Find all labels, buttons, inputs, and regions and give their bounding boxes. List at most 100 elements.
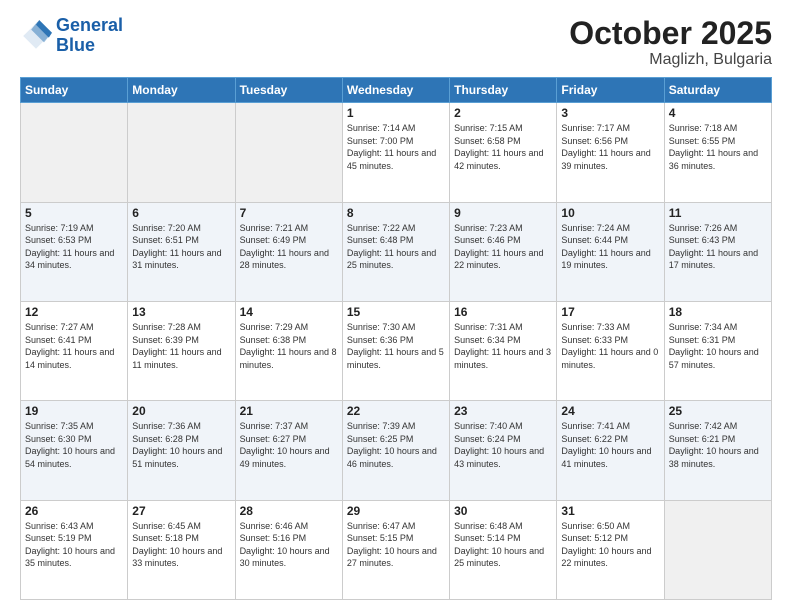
- day-info: Sunrise: 7:27 AMSunset: 6:41 PMDaylight:…: [25, 321, 123, 371]
- day-cell: [664, 500, 771, 599]
- day-cell: 9 Sunrise: 7:23 AMSunset: 6:46 PMDaylight…: [450, 202, 557, 301]
- day-number: 31: [561, 504, 659, 518]
- day-cell: 14 Sunrise: 7:29 AMSunset: 6:38 PMDayligh…: [235, 301, 342, 400]
- day-info: Sunrise: 7:26 AMSunset: 6:43 PMDaylight:…: [669, 222, 767, 272]
- weekday-header-sunday: Sunday: [21, 78, 128, 103]
- day-number: 26: [25, 504, 123, 518]
- day-info: Sunrise: 7:29 AMSunset: 6:38 PMDaylight:…: [240, 321, 338, 371]
- title-block: October 2025 Maglizh, Bulgaria: [569, 16, 772, 69]
- weekday-header-friday: Friday: [557, 78, 664, 103]
- day-info: Sunrise: 7:31 AMSunset: 6:34 PMDaylight:…: [454, 321, 552, 371]
- day-number: 6: [132, 206, 230, 220]
- day-cell: 10 Sunrise: 7:24 AMSunset: 6:44 PMDayligh…: [557, 202, 664, 301]
- day-info: Sunrise: 7:14 AMSunset: 7:00 PMDaylight:…: [347, 122, 445, 172]
- day-info: Sunrise: 7:15 AMSunset: 6:58 PMDaylight:…: [454, 122, 552, 172]
- day-number: 3: [561, 106, 659, 120]
- day-cell: 6 Sunrise: 7:20 AMSunset: 6:51 PMDaylight…: [128, 202, 235, 301]
- day-info: Sunrise: 7:28 AMSunset: 6:39 PMDaylight:…: [132, 321, 230, 371]
- day-number: 8: [347, 206, 445, 220]
- day-number: 23: [454, 404, 552, 418]
- day-info: Sunrise: 6:47 AMSunset: 5:15 PMDaylight:…: [347, 520, 445, 570]
- day-number: 16: [454, 305, 552, 319]
- day-cell: 29 Sunrise: 6:47 AMSunset: 5:15 PMDayligh…: [342, 500, 449, 599]
- day-cell: 26 Sunrise: 6:43 AMSunset: 5:19 PMDayligh…: [21, 500, 128, 599]
- week-row-1: 1 Sunrise: 7:14 AMSunset: 7:00 PMDaylight…: [21, 103, 772, 202]
- day-info: Sunrise: 6:48 AMSunset: 5:14 PMDaylight:…: [454, 520, 552, 570]
- day-number: 22: [347, 404, 445, 418]
- day-info: Sunrise: 6:43 AMSunset: 5:19 PMDaylight:…: [25, 520, 123, 570]
- day-cell: 5Sunrise: 7:19 AMSunset: 6:53 PMDaylight…: [21, 202, 128, 301]
- day-cell: 30 Sunrise: 6:48 AMSunset: 5:14 PMDayligh…: [450, 500, 557, 599]
- day-number: 1: [347, 106, 445, 120]
- weekday-header-wednesday: Wednesday: [342, 78, 449, 103]
- location: Maglizh, Bulgaria: [569, 51, 772, 69]
- day-cell: [235, 103, 342, 202]
- day-cell: 18 Sunrise: 7:34 AMSunset: 6:31 PMDayligh…: [664, 301, 771, 400]
- page: General Blue October 2025 Maglizh, Bulga…: [0, 0, 792, 612]
- week-row-5: 26 Sunrise: 6:43 AMSunset: 5:19 PMDayligh…: [21, 500, 772, 599]
- day-cell: 27 Sunrise: 6:45 AMSunset: 5:18 PMDayligh…: [128, 500, 235, 599]
- week-row-3: 12 Sunrise: 7:27 AMSunset: 6:41 PMDayligh…: [21, 301, 772, 400]
- day-cell: 17 Sunrise: 7:33 AMSunset: 6:33 PMDayligh…: [557, 301, 664, 400]
- weekday-header-row: SundayMondayTuesdayWednesdayThursdayFrid…: [21, 78, 772, 103]
- day-cell: 13Sunrise: 7:28 AMSunset: 6:39 PMDayligh…: [128, 301, 235, 400]
- day-cell: 20 Sunrise: 7:36 AMSunset: 6:28 PMDayligh…: [128, 401, 235, 500]
- day-info: Sunrise: 7:33 AMSunset: 6:33 PMDaylight:…: [561, 321, 659, 371]
- week-row-4: 19 Sunrise: 7:35 AMSunset: 6:30 PMDayligh…: [21, 401, 772, 500]
- day-number: 25: [669, 404, 767, 418]
- day-cell: 2 Sunrise: 7:15 AMSunset: 6:58 PMDaylight…: [450, 103, 557, 202]
- day-cell: 23 Sunrise: 7:40 AMSunset: 6:24 PMDayligh…: [450, 401, 557, 500]
- weekday-header-tuesday: Tuesday: [235, 78, 342, 103]
- day-number: 30: [454, 504, 552, 518]
- logo-icon: [20, 20, 52, 52]
- day-number: 17: [561, 305, 659, 319]
- day-number: 29: [347, 504, 445, 518]
- day-number: 21: [240, 404, 338, 418]
- month-title: October 2025: [569, 16, 772, 51]
- day-info: Sunrise: 7:20 AMSunset: 6:51 PMDaylight:…: [132, 222, 230, 272]
- day-info: Sunrise: 6:46 AMSunset: 5:16 PMDaylight:…: [240, 520, 338, 570]
- day-info: Sunrise: 7:35 AMSunset: 6:30 PMDaylight:…: [25, 420, 123, 470]
- day-cell: 7 Sunrise: 7:21 AMSunset: 6:49 PMDaylight…: [235, 202, 342, 301]
- day-info: Sunrise: 7:23 AMSunset: 6:46 PMDaylight:…: [454, 222, 552, 272]
- day-number: 9: [454, 206, 552, 220]
- day-number: 12: [25, 305, 123, 319]
- day-info: Sunrise: 7:39 AMSunset: 6:25 PMDaylight:…: [347, 420, 445, 470]
- logo-blue: Blue: [56, 36, 123, 56]
- day-number: 14: [240, 305, 338, 319]
- week-row-2: 5Sunrise: 7:19 AMSunset: 6:53 PMDaylight…: [21, 202, 772, 301]
- day-cell: 15 Sunrise: 7:30 AMSunset: 6:36 PMDayligh…: [342, 301, 449, 400]
- day-cell: 1 Sunrise: 7:14 AMSunset: 7:00 PMDaylight…: [342, 103, 449, 202]
- day-number: 2: [454, 106, 552, 120]
- day-number: 19: [25, 404, 123, 418]
- day-info: Sunrise: 7:24 AMSunset: 6:44 PMDaylight:…: [561, 222, 659, 272]
- day-number: 28: [240, 504, 338, 518]
- day-cell: 12 Sunrise: 7:27 AMSunset: 6:41 PMDayligh…: [21, 301, 128, 400]
- day-info: Sunrise: 6:50 AMSunset: 5:12 PMDaylight:…: [561, 520, 659, 570]
- day-cell: 21Sunrise: 7:37 AMSunset: 6:27 PMDayligh…: [235, 401, 342, 500]
- day-cell: 8Sunrise: 7:22 AMSunset: 6:48 PMDaylight…: [342, 202, 449, 301]
- weekday-header-thursday: Thursday: [450, 78, 557, 103]
- day-info: Sunrise: 7:30 AMSunset: 6:36 PMDaylight:…: [347, 321, 445, 371]
- day-cell: 31 Sunrise: 6:50 AMSunset: 5:12 PMDayligh…: [557, 500, 664, 599]
- day-info: Sunrise: 7:17 AMSunset: 6:56 PMDaylight:…: [561, 122, 659, 172]
- day-number: 15: [347, 305, 445, 319]
- day-number: 7: [240, 206, 338, 220]
- day-info: Sunrise: 7:34 AMSunset: 6:31 PMDaylight:…: [669, 321, 767, 371]
- day-number: 18: [669, 305, 767, 319]
- day-info: Sunrise: 7:40 AMSunset: 6:24 PMDaylight:…: [454, 420, 552, 470]
- day-info: Sunrise: 6:45 AMSunset: 5:18 PMDaylight:…: [132, 520, 230, 570]
- day-cell: 22 Sunrise: 7:39 AMSunset: 6:25 PMDayligh…: [342, 401, 449, 500]
- day-cell: 16 Sunrise: 7:31 AMSunset: 6:34 PMDayligh…: [450, 301, 557, 400]
- logo: General Blue: [20, 16, 123, 56]
- calendar-table: SundayMondayTuesdayWednesdayThursdayFrid…: [20, 77, 772, 600]
- day-info: Sunrise: 7:21 AMSunset: 6:49 PMDaylight:…: [240, 222, 338, 272]
- day-number: 20: [132, 404, 230, 418]
- day-info: Sunrise: 7:41 AMSunset: 6:22 PMDaylight:…: [561, 420, 659, 470]
- day-info: Sunrise: 7:19 AMSunset: 6:53 PMDaylight:…: [25, 222, 123, 272]
- day-number: 10: [561, 206, 659, 220]
- day-number: 27: [132, 504, 230, 518]
- weekday-header-saturday: Saturday: [664, 78, 771, 103]
- day-info: Sunrise: 7:36 AMSunset: 6:28 PMDaylight:…: [132, 420, 230, 470]
- day-cell: 3 Sunrise: 7:17 AMSunset: 6:56 PMDaylight…: [557, 103, 664, 202]
